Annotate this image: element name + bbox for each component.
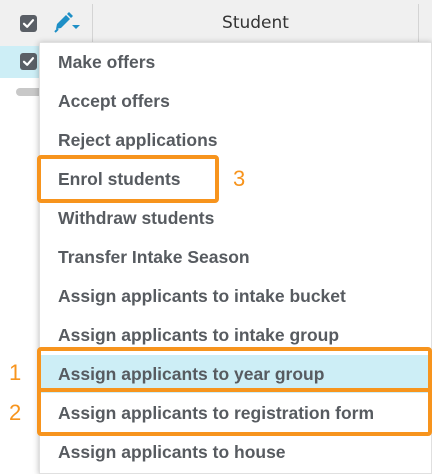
menu-item-assign-intake-group[interactable]: Assign applicants to intake group bbox=[40, 316, 431, 354]
table-header-row: Student bbox=[0, 0, 432, 47]
menu-item-reject-applications[interactable]: Reject applications bbox=[40, 121, 431, 159]
select-all-checkbox[interactable] bbox=[20, 15, 37, 32]
menu-item-make-offers[interactable]: Make offers bbox=[40, 43, 431, 81]
annotation-number-1: 1 bbox=[9, 360, 22, 385]
pencil-edit-icon[interactable] bbox=[52, 11, 80, 35]
menu-item-assign-registration-form[interactable]: Assign applicants to registration form bbox=[40, 394, 431, 432]
menu-item-accept-offers[interactable]: Accept offers bbox=[40, 82, 431, 120]
menu-item-assign-house[interactable]: Assign applicants to house bbox=[40, 433, 431, 471]
menu-item-withdraw-students[interactable]: Withdraw students bbox=[40, 199, 431, 237]
checkbox-checked-icon bbox=[22, 19, 35, 28]
checkbox-checked-icon bbox=[22, 57, 35, 66]
row-checkbox[interactable] bbox=[20, 53, 37, 70]
column-header-student[interactable]: Student bbox=[93, 0, 418, 46]
bulk-actions-dropdown-menu: Make offers Accept offers Reject applica… bbox=[39, 42, 432, 474]
annotation-number-3: 3 bbox=[233, 166, 246, 191]
menu-item-assign-intake-bucket[interactable]: Assign applicants to intake bucket bbox=[40, 277, 431, 315]
menu-item-transfer-intake-season[interactable]: Transfer Intake Season bbox=[40, 238, 431, 276]
menu-item-assign-year-group[interactable]: Assign applicants to year group bbox=[40, 355, 431, 393]
annotation-number-2: 2 bbox=[9, 400, 22, 425]
column-divider bbox=[418, 4, 419, 46]
